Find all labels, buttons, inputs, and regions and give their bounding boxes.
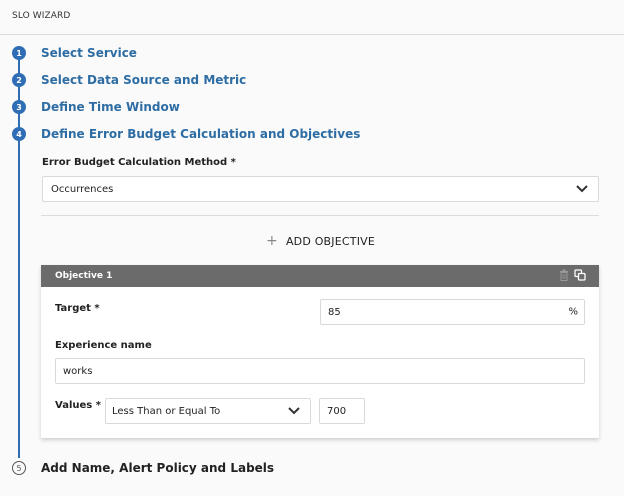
target-unit: % (568, 306, 578, 318)
objective-card: Objective 1 Target * 85 % Experience nam… (41, 265, 599, 438)
section-divider (41, 215, 599, 216)
chevron-down-icon (576, 185, 588, 193)
copy-icon[interactable] (574, 269, 586, 281)
step-2-indicator: 2 (12, 73, 26, 87)
trash-icon[interactable] (559, 269, 569, 281)
chevron-down-icon (288, 407, 300, 415)
objective-card-header: Objective 1 (41, 265, 599, 287)
step-3-title[interactable]: Define Time Window (41, 100, 180, 114)
target-label: Target * (55, 303, 100, 314)
step-connector-line (18, 55, 20, 458)
target-value: 85 (328, 306, 341, 318)
operator-select[interactable]: Less Than or Equal To (105, 398, 311, 424)
experience-name-label: Experience name (55, 340, 152, 351)
step-3-indicator: 3 (12, 100, 26, 114)
experience-name-value: works (63, 365, 93, 377)
threshold-input[interactable]: 700 (319, 398, 365, 424)
values-label: Values * (55, 400, 101, 411)
operator-value: Less Than or Equal To (112, 405, 221, 417)
step-1-indicator: 1 (12, 46, 26, 60)
step-5-title[interactable]: Add Name, Alert Policy and Labels (41, 461, 274, 475)
error-budget-method-label: Error Budget Calculation Method * (42, 157, 236, 168)
target-input[interactable]: 85 % (320, 299, 585, 325)
plus-icon: + (266, 233, 278, 249)
step-4-indicator: 4 (12, 127, 26, 141)
add-objective-button[interactable]: + ADD OBJECTIVE (266, 234, 375, 248)
add-objective-label: ADD OBJECTIVE (285, 234, 376, 248)
error-budget-method-select[interactable]: Occurrences (42, 176, 599, 202)
step-2-title[interactable]: Select Data Source and Metric (41, 73, 246, 87)
wizard-title: SLO WIZARD (12, 11, 71, 21)
error-budget-method-value: Occurrences (51, 183, 114, 195)
step-1-title[interactable]: Select Service (41, 46, 137, 60)
threshold-value: 700 (327, 405, 347, 417)
objective-title: Objective 1 (55, 271, 113, 281)
step-5-indicator: 5 (12, 461, 26, 475)
step-4-title[interactable]: Define Error Budget Calculation and Obje… (41, 127, 360, 141)
experience-name-input[interactable]: works (55, 358, 585, 384)
wizard-header: SLO WIZARD (0, 0, 624, 35)
